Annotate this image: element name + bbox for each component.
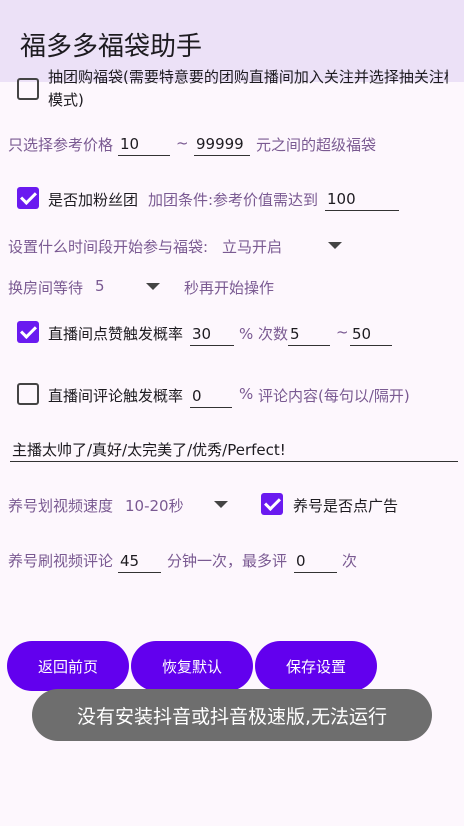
comment-content-input[interactable]: 主播太帅了/真好/太完美了/优秀/Perfect! [10, 438, 458, 462]
back-button[interactable]: 返回前页 [7, 641, 129, 691]
toast-message: 没有安装抖音或抖音极速版,无法运行 [32, 689, 432, 741]
like-trigger-label: 直播间点赞触发概率 [48, 325, 184, 343]
like-count-max-input[interactable]: 50 [350, 322, 392, 346]
video-comment-suffix: 次 [342, 552, 358, 570]
room-wait-dropdown-icon[interactable] [146, 283, 160, 290]
video-comment-minutes-input[interactable]: 45 [118, 549, 161, 573]
group-buy-checkbox[interactable] [17, 78, 39, 100]
group-buy-label: 抽团购福袋(需要特意要的团购直播间加入关注并选择抽关注模式) [48, 68, 448, 86]
price-filter-suffix: 元之间的超级福袋 [256, 136, 377, 154]
comment-trigger-label: 直播间评论触发概率 [48, 387, 184, 405]
app-title: 福多多福袋助手 [20, 32, 203, 62]
comment-trigger-checkbox[interactable] [17, 383, 39, 405]
video-speed-dropdown-icon[interactable] [214, 501, 228, 508]
like-count-min-input[interactable]: 5 [288, 322, 330, 346]
video-comment-max-input[interactable]: 0 [294, 549, 337, 573]
video-comment-label: 养号刷视频评论 [8, 552, 114, 570]
price-max-input[interactable]: 99999 [194, 132, 250, 156]
time-setting-label: 设置什么时间段开始参与福袋: [8, 238, 209, 256]
like-probability-unit: % 次数 [239, 325, 289, 343]
video-speed-label: 养号划视频速度 [8, 497, 114, 515]
comment-content-label: 评论内容(每句以/隔开) [258, 387, 410, 405]
room-wait-suffix: 秒再开始操作 [184, 279, 275, 297]
ad-click-label: 养号是否点广告 [293, 497, 399, 515]
fan-group-condition: 加团条件:参考价值需达到 [148, 191, 319, 209]
comment-probability-input[interactable]: 0 [190, 384, 232, 408]
room-wait-select[interactable]: 5 [95, 277, 105, 295]
group-buy-label-line2: 模式) [48, 91, 84, 109]
fan-group-label: 是否加粉丝团 [48, 191, 139, 209]
like-count-separator: ~ [336, 323, 349, 341]
video-comment-mid: 分钟一次，最多评 [167, 552, 288, 570]
save-settings-button[interactable]: 保存设置 [255, 641, 377, 691]
like-probability-input[interactable]: 30 [190, 322, 234, 346]
fan-group-value-input[interactable]: 100 [325, 187, 399, 211]
time-setting-select[interactable]: 立马开启 [222, 236, 282, 257]
fan-group-checkbox[interactable] [17, 187, 39, 209]
like-trigger-checkbox[interactable] [17, 321, 39, 343]
price-min-input[interactable]: 10 [118, 132, 170, 156]
video-speed-select[interactable]: 10-20秒 [125, 495, 184, 516]
room-wait-label: 换房间等待 [8, 279, 84, 297]
ad-click-checkbox[interactable] [261, 493, 283, 515]
price-range-separator: ~ [176, 134, 189, 152]
comment-probability-unit: % [239, 385, 254, 403]
price-filter-prefix: 只选择参考价格 [8, 136, 114, 154]
time-setting-dropdown-icon[interactable] [328, 242, 342, 249]
restore-default-button[interactable]: 恢复默认 [131, 641, 253, 691]
